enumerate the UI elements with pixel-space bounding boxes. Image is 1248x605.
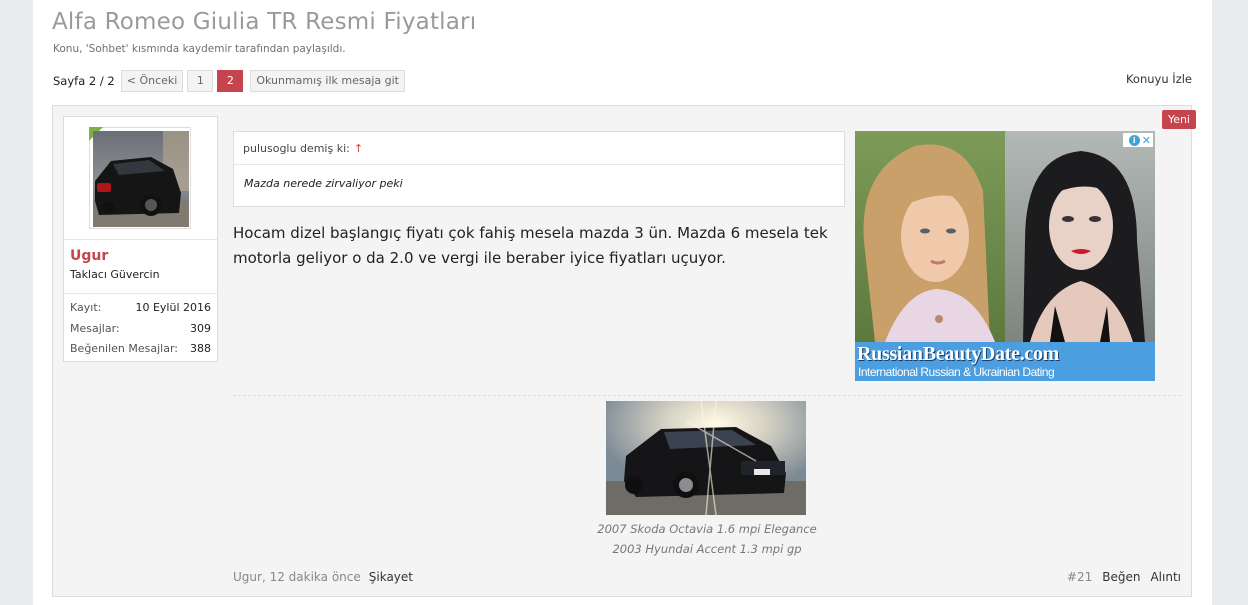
stat-messages: Mesajlar: 309 [64,319,217,340]
post-number-link[interactable]: #21 [1067,570,1092,584]
report-link[interactable]: Şikayet [369,570,413,584]
avatar[interactable] [89,127,191,229]
new-badge: Yeni [1161,110,1196,129]
watch-thread-link[interactable]: Konuyu İzle [1126,72,1192,86]
message-text: Hocam dizel başlangıç fiyatı çok fahiş m… [233,224,828,267]
stat-label: Kayıt: [70,301,102,314]
page-1-button[interactable]: 1 [187,70,214,92]
thread-subtitle: Konu, 'Sohbet' kısmında kaydemir tarafın… [53,43,346,55]
ad-banner[interactable]: i ✕ RussianBeautyDate.com International … [855,131,1155,381]
quote-header: pulusoglu demiş ki: ↑ [234,132,844,165]
stat-joined: Kayıt: 10 Eylül 2016 [64,298,217,319]
post-actions: #21 Beğen Alıntı [1067,570,1181,584]
stat-value: 10 Eylül 2016 [135,301,211,314]
page-2-button[interactable]: 2 [217,70,244,92]
post-meta: Ugur, 12 dakika önce Şikayet [233,570,413,584]
prev-page-button[interactable]: < Önceki [120,70,184,92]
user-stats: Kayıt: 10 Eylül 2016 Mesajlar: 309 Beğen… [64,293,217,360]
thread-page: Alfa Romeo Giulia TR Resmi Fiyatları Kon… [33,0,1212,605]
user-title: Taklacı Güvercin [70,268,160,281]
ad-close-icon[interactable]: ✕ [1142,135,1151,146]
stat-liked: Beğenilen Mesajlar: 388 [64,339,217,360]
quote-author: pulusoglu demiş ki: [243,141,350,155]
quote-button[interactable]: Alıntı [1150,570,1181,584]
signature-car-image[interactable] [606,401,806,515]
ad-choices[interactable]: i ✕ [1123,133,1153,147]
stat-value: 388 [190,342,211,355]
ad-tagline: International Russian & Ukrainian Dating [858,365,1055,379]
signature-line: 2007 Skoda Octavia 1.6 mpi Elegance [597,522,817,536]
stat-label: Beğenilen Mesajlar: [70,342,179,355]
ad-brand: RussianBeautyDate.com [857,343,1060,365]
post: Yeni Ugur Taklacı Güvercin Kayıt: 10 Eyl… [52,105,1196,597]
signature-line: 2003 Hyundai Accent 1.3 mpi gp [612,542,802,556]
quote-text: Mazda nerede zirvaliyor peki [244,177,403,190]
unread-first-button[interactable]: Okunmamış ilk mesaja git [250,70,405,92]
page-navigation: Sayfa 2 / 2 < Önceki 1 2 Okunmamış ilk m… [53,70,405,92]
ad-caption: RussianBeautyDate.com International Russ… [855,342,1155,381]
signature-divider [233,395,1181,396]
ad-info-icon[interactable]: i [1128,134,1140,146]
quote-block: pulusoglu demiş ki: ↑ Mazda nerede zirva… [233,131,845,207]
ad-image [855,131,1155,342]
user-info: Ugur Taklacı Güvercin Kayıt: 10 Eylül 20… [63,116,218,362]
username-block: Ugur Taklacı Güvercin [64,239,217,292]
post-author-time[interactable]: Ugur, 12 dakika önce [233,570,361,584]
page-indicator: Sayfa 2 / 2 [53,74,115,88]
stat-label: Mesajlar: [70,321,120,335]
page-title: Alfa Romeo Giulia TR Resmi Fiyatları [52,9,477,35]
username-link[interactable]: Ugur [70,248,108,264]
stat-value[interactable]: 309 [190,322,211,335]
like-button[interactable]: Beğen [1102,570,1140,584]
car-avatar-image [93,131,189,227]
quote-jump-icon[interactable]: ↑ [354,142,363,155]
